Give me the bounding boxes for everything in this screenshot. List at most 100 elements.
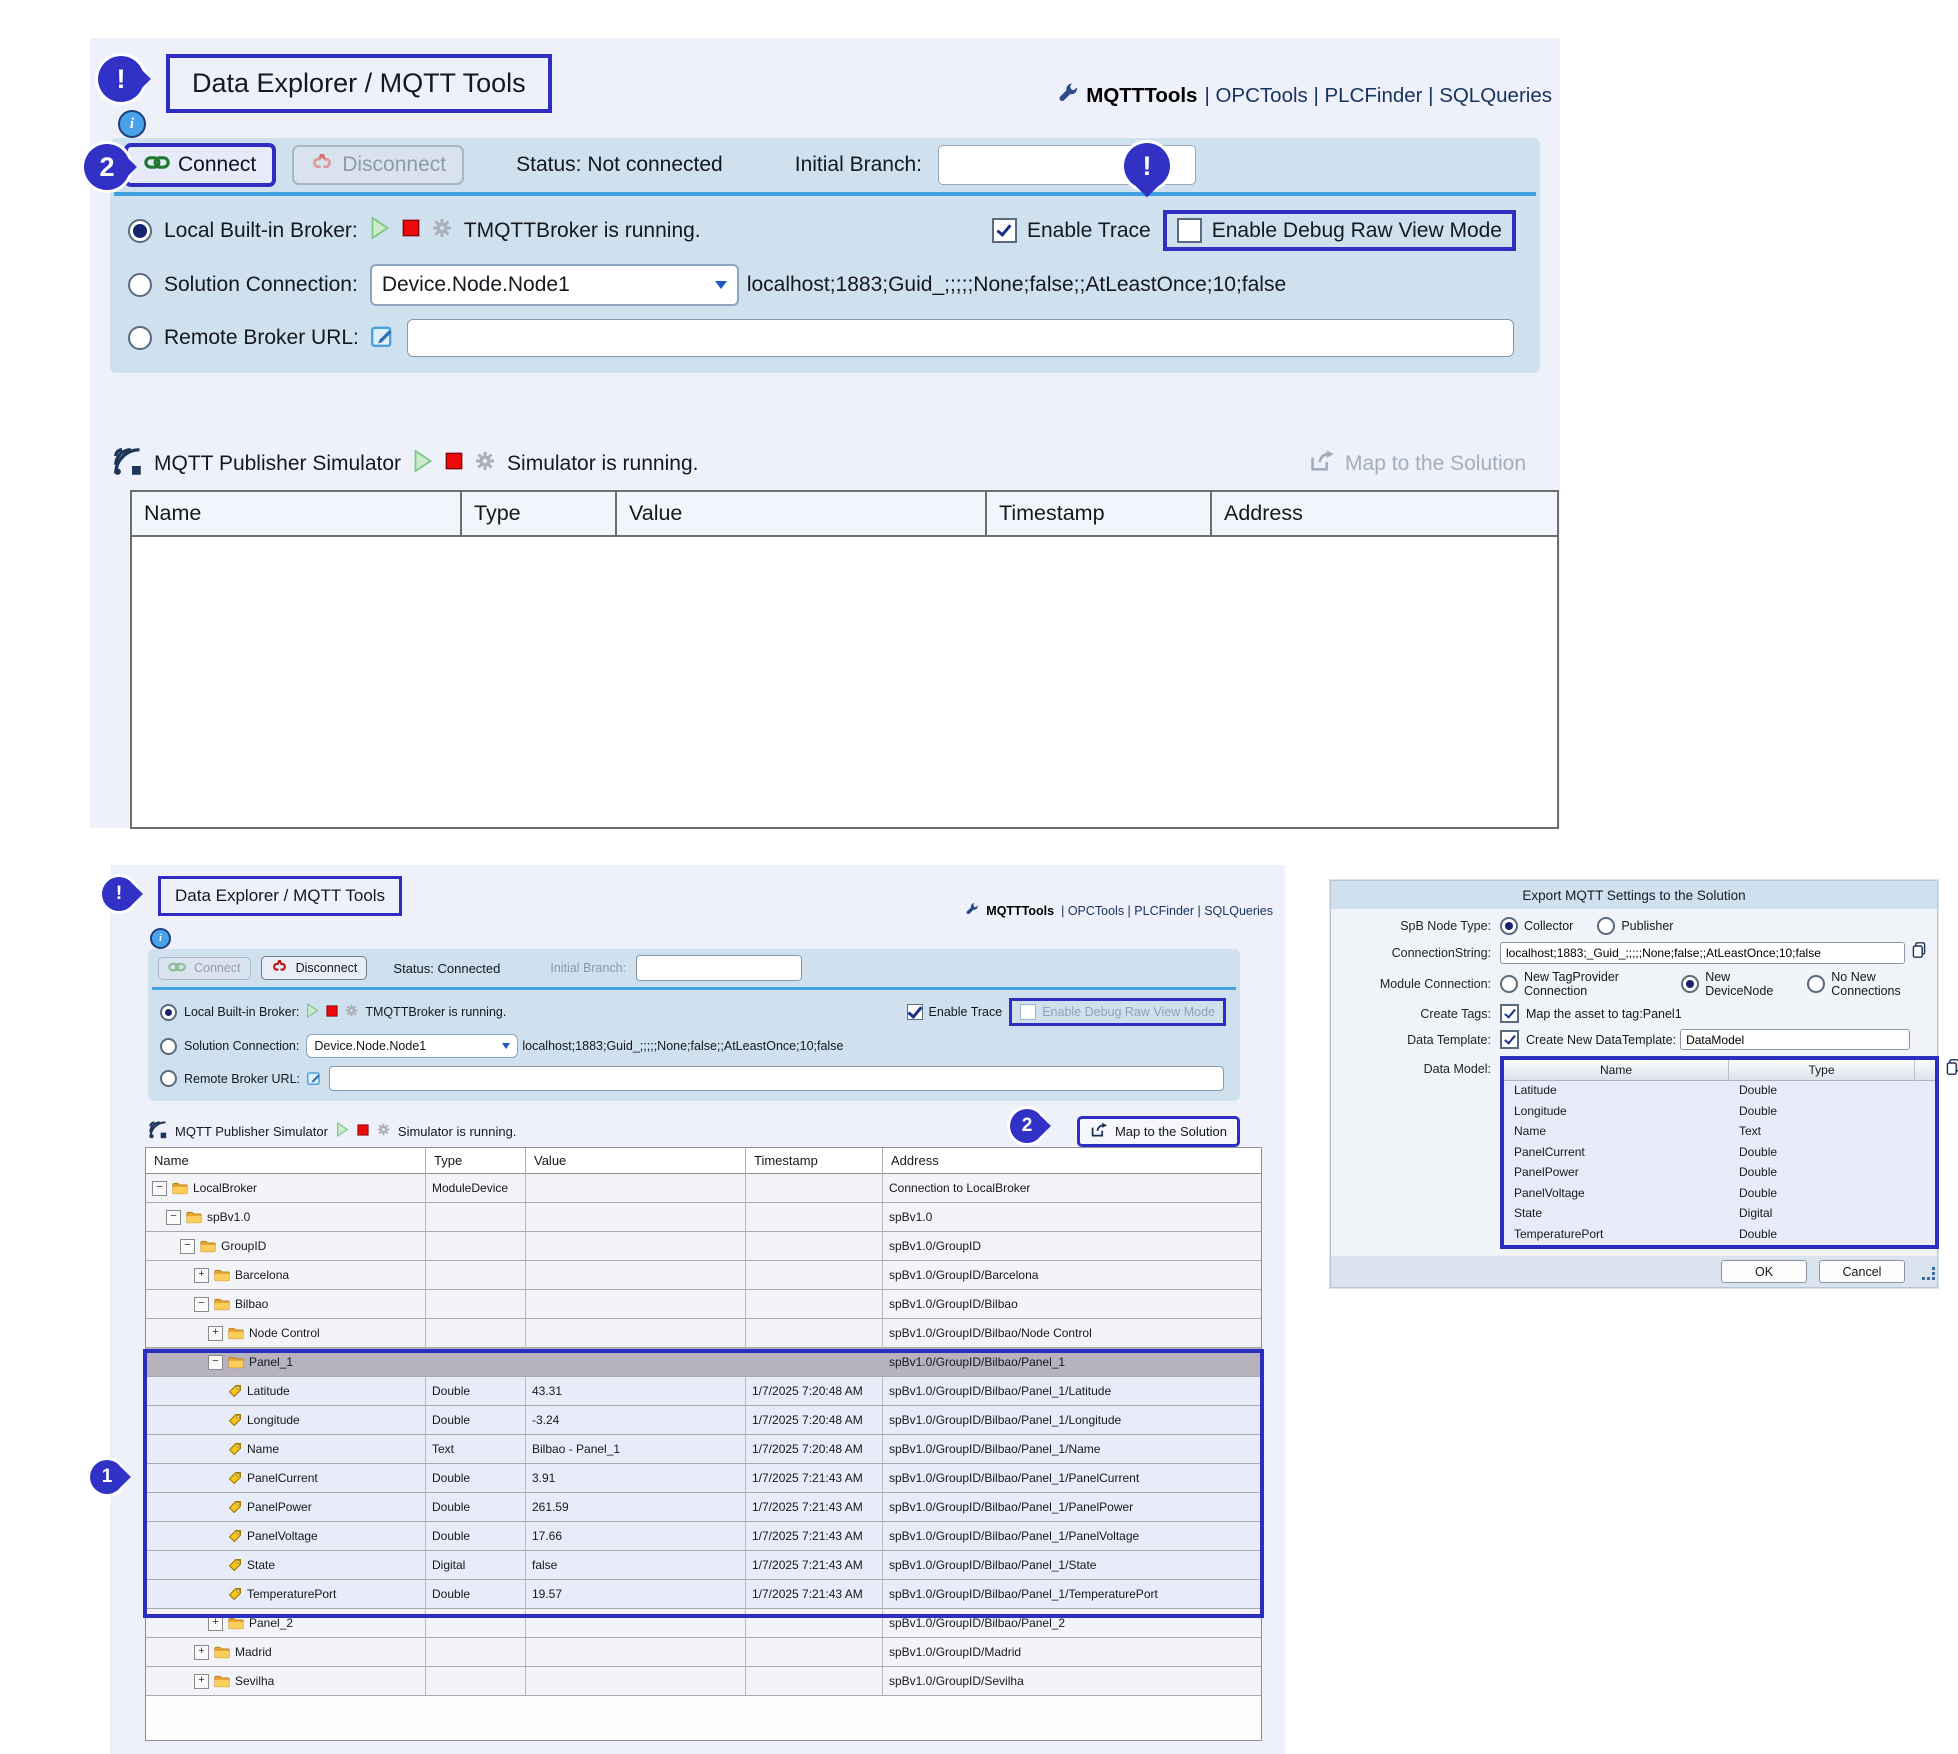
edit-icon[interactable] xyxy=(371,323,395,353)
model-column-name[interactable]: Name xyxy=(1504,1060,1729,1081)
data-model-row-panelcurrent[interactable]: PanelCurrentDouble xyxy=(1504,1143,1935,1164)
column-header-value[interactable]: Value xyxy=(617,492,987,537)
tree-row-bilbao[interactable]: −BilbaospBv1.0/GroupID/Bilbao xyxy=(146,1290,1261,1319)
tree-row-localbroker[interactable]: −LocalBrokerModuleDeviceConnection to Lo… xyxy=(146,1174,1261,1203)
tree-row-spbv1-0[interactable]: −spBv1.0spBv1.0 xyxy=(146,1203,1261,1232)
remote-broker-radio[interactable] xyxy=(160,1070,177,1087)
data-model-row-panelpower[interactable]: PanelPowerDouble xyxy=(1504,1163,1935,1184)
tree-row-panel-2[interactable]: +Panel_2spBv1.0/GroupID/Bilbao/Panel_2 xyxy=(146,1609,1261,1638)
tree-row-name[interactable]: NameTextBilbao - Panel_11/7/2025 7:20:48… xyxy=(146,1435,1261,1464)
map-to-solution-button[interactable]: Map to the Solution xyxy=(1077,1116,1240,1147)
cancel-button[interactable]: Cancel xyxy=(1819,1260,1905,1283)
gear-icon[interactable] xyxy=(475,451,495,477)
tree-row-madrid[interactable]: +MadridspBv1.0/GroupID/Madrid xyxy=(146,1638,1261,1667)
enable-debug-checkbox[interactable] xyxy=(1177,218,1202,243)
column-header-name[interactable]: Name xyxy=(146,1148,426,1174)
expand-icon[interactable]: + xyxy=(208,1616,223,1631)
column-header-address[interactable]: Address xyxy=(883,1148,1261,1174)
stop-icon[interactable] xyxy=(326,1005,338,1020)
tree-row-temperatureport[interactable]: TemperaturePortDouble19.571/7/2025 7:21:… xyxy=(146,1580,1261,1609)
expand-icon[interactable]: + xyxy=(194,1645,209,1660)
gear-icon[interactable] xyxy=(432,218,452,244)
data-model-row-state[interactable]: StateDigital xyxy=(1504,1204,1935,1225)
create-tags-checkbox[interactable] xyxy=(1500,1004,1519,1023)
tree-row-node-control[interactable]: +Node ControlspBv1.0/GroupID/Bilbao/Node… xyxy=(146,1319,1261,1348)
column-header-name[interactable]: Name xyxy=(132,492,462,537)
connect-button[interactable]: Connect xyxy=(124,143,276,187)
info-icon[interactable]: i xyxy=(150,928,171,949)
column-header-type[interactable]: Type xyxy=(426,1148,526,1174)
remote-broker-url-input[interactable] xyxy=(329,1066,1224,1091)
remote-broker-url-input[interactable] xyxy=(407,319,1514,357)
collapse-icon[interactable]: − xyxy=(208,1355,223,1370)
solution-connection-radio[interactable] xyxy=(128,273,152,297)
copy-icon[interactable] xyxy=(1945,1058,1958,1081)
gear-icon[interactable] xyxy=(377,1123,390,1139)
edit-icon[interactable] xyxy=(307,1070,322,1088)
stop-icon[interactable] xyxy=(402,219,420,243)
tree-row-latitude[interactable]: LatitudeDouble43.311/7/2025 7:20:48 AMsp… xyxy=(146,1377,1261,1406)
tree-row-groupid[interactable]: −GroupIDspBv1.0/GroupID xyxy=(146,1232,1261,1261)
stop-icon[interactable] xyxy=(357,1124,369,1139)
tree-row-longitude[interactable]: LongitudeDouble-3.241/7/2025 7:20:48 AMs… xyxy=(146,1406,1261,1435)
column-header-timestamp[interactable]: Timestamp xyxy=(746,1148,883,1174)
expand-icon[interactable]: + xyxy=(194,1268,209,1283)
nav-items-other[interactable]: | OPCTools | PLCFinder | SQLQueries xyxy=(1061,904,1273,918)
tree-row-barcelona[interactable]: +BarcelonaspBv1.0/GroupID/Barcelona xyxy=(146,1261,1261,1290)
tree-row-panel-1[interactable]: −Panel_1spBv1.0/GroupID/Bilbao/Panel_1 xyxy=(146,1348,1261,1377)
enable-debug-checkbox[interactable] xyxy=(1020,1004,1036,1020)
column-header-value[interactable]: Value xyxy=(526,1148,746,1174)
no-new-connections-option[interactable]: No New Connections xyxy=(1807,970,1927,998)
gear-icon[interactable] xyxy=(345,1004,358,1020)
connect-button-disabled[interactable]: Connect xyxy=(158,957,251,980)
data-model-row-latitude[interactable]: LatitudeDouble xyxy=(1504,1081,1935,1102)
tree-row-panelvoltage[interactable]: PanelVoltageDouble17.661/7/2025 7:21:43 … xyxy=(146,1522,1261,1551)
collapse-icon[interactable]: − xyxy=(152,1181,167,1196)
local-broker-radio[interactable] xyxy=(128,219,152,243)
data-template-name-input[interactable] xyxy=(1680,1029,1910,1050)
disconnect-button[interactable]: Disconnect xyxy=(292,145,464,185)
solution-node-dropdown[interactable]: Device.Node.Node1 xyxy=(306,1034,518,1058)
map-to-solution-button-disabled[interactable]: Map to the Solution xyxy=(1309,449,1526,479)
connection-string-input[interactable] xyxy=(1500,942,1905,964)
enable-trace-checkbox[interactable] xyxy=(992,218,1017,243)
model-column-type[interactable]: Type xyxy=(1729,1060,1915,1081)
disconnect-button[interactable]: Disconnect xyxy=(261,956,368,980)
collapse-icon[interactable]: − xyxy=(194,1297,209,1312)
ok-button[interactable]: OK xyxy=(1721,1260,1807,1283)
tree-row-state[interactable]: StateDigitalfalse1/7/2025 7:21:43 AMspBv… xyxy=(146,1551,1261,1580)
collector-option[interactable]: Collector xyxy=(1500,917,1573,935)
play-icon[interactable] xyxy=(306,1003,319,1021)
play-icon[interactable] xyxy=(370,216,390,246)
tree-row-panelcurrent[interactable]: PanelCurrentDouble3.911/7/2025 7:21:43 A… xyxy=(146,1464,1261,1493)
tree-row-panelpower[interactable]: PanelPowerDouble261.591/7/2025 7:21:43 A… xyxy=(146,1493,1261,1522)
data-model-row-panelvoltage[interactable]: PanelVoltageDouble xyxy=(1504,1184,1935,1205)
local-broker-radio[interactable] xyxy=(160,1004,177,1021)
info-icon[interactable]: i xyxy=(118,110,146,138)
new-devicenode-option[interactable]: New DeviceNode xyxy=(1681,970,1783,998)
nav-item-mqtttools[interactable]: MQTTTools xyxy=(1086,84,1197,108)
initial-branch-input[interactable] xyxy=(636,955,802,981)
data-model-row-name[interactable]: NameText xyxy=(1504,1122,1935,1143)
enable-trace-checkbox[interactable] xyxy=(907,1004,923,1020)
play-icon[interactable] xyxy=(336,1122,349,1140)
data-model-row-longitude[interactable]: LongitudeDouble xyxy=(1504,1102,1935,1123)
data-template-checkbox[interactable] xyxy=(1500,1030,1519,1049)
remote-broker-radio[interactable] xyxy=(128,326,152,350)
expand-icon[interactable]: + xyxy=(194,1674,209,1689)
nav-items-other[interactable]: | OPCTools | PLCFinder | SQLQueries xyxy=(1204,84,1552,108)
play-icon[interactable] xyxy=(413,449,433,479)
expand-icon[interactable]: + xyxy=(208,1326,223,1341)
data-model-row-temperatureport[interactable]: TemperaturePortDouble xyxy=(1504,1225,1935,1246)
column-header-type[interactable]: Type xyxy=(462,492,617,537)
solution-node-dropdown[interactable]: Device.Node.Node1 xyxy=(370,264,739,306)
publisher-option[interactable]: Publisher xyxy=(1597,917,1673,935)
collapse-icon[interactable]: − xyxy=(180,1239,195,1254)
stop-icon[interactable] xyxy=(445,452,463,476)
collapse-icon[interactable]: − xyxy=(166,1210,181,1225)
column-header-address[interactable]: Address xyxy=(1212,492,1557,537)
nav-item-mqtttools[interactable]: MQTTTools xyxy=(986,904,1054,918)
copy-icon[interactable] xyxy=(1911,941,1927,964)
column-header-timestamp[interactable]: Timestamp xyxy=(987,492,1212,537)
solution-connection-radio[interactable] xyxy=(160,1038,177,1055)
